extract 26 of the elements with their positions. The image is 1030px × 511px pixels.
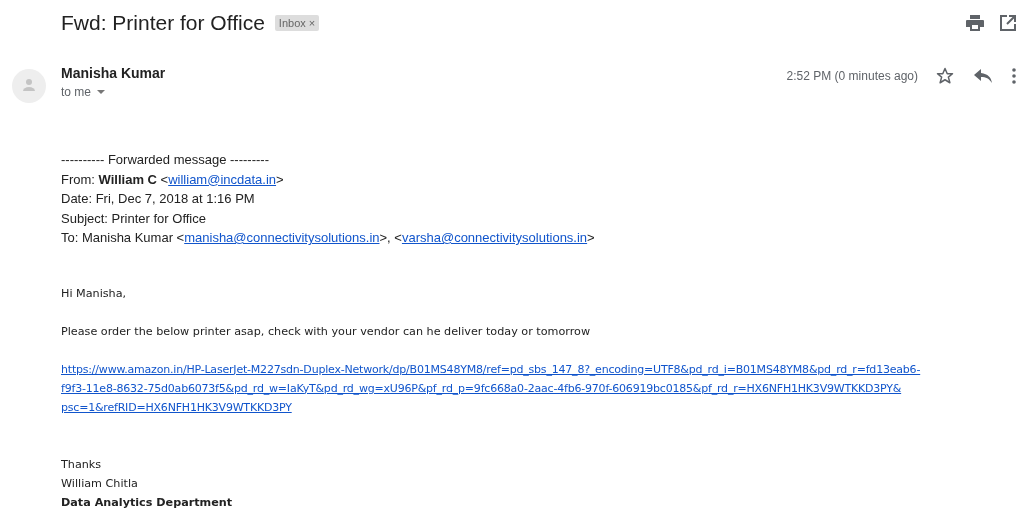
email-subject: Fwd: Printer for Office — [61, 11, 265, 35]
department-text: Data Analytics Department — [61, 494, 234, 511]
open-in-new-window-icon[interactable] — [1000, 15, 1016, 31]
signature-text: William Chitla — [61, 475, 139, 492]
email-link[interactable]: manisha@connectivitysolutions.in — [184, 230, 380, 245]
recipient-text[interactable]: to me — [61, 85, 91, 99]
sender-name: Manisha Kumar — [61, 65, 166, 81]
message-text: Please order the below printer asap, check with your vendor can he deliver today or tomorrow — [61, 323, 592, 340]
star-icon[interactable] — [936, 67, 954, 85]
from-line: From: William C <william@incdata.in> — [61, 170, 285, 189]
more-icon[interactable] — [1012, 68, 1016, 84]
reply-icon[interactable] — [974, 69, 992, 83]
email-link[interactable]: william@incdata.in — [168, 171, 277, 187]
subject-line: Subject: Printer for Office — [61, 209, 207, 228]
date-line: Date: Fri, Dec 7, 2018 at 1:16 PM — [61, 190, 256, 208]
caret-icon[interactable] — [97, 90, 105, 94]
greeting-text: Hi Manisha, — [61, 285, 128, 302]
inbox-label[interactable]: Inbox × — [274, 15, 320, 31]
signature-text: Thanks — [61, 456, 103, 473]
print-icon[interactable] — [966, 15, 984, 31]
avatar-icon — [12, 69, 46, 103]
forwarded-divider: ---------- Forwarded message --------- — [61, 151, 270, 169]
email-link[interactable]: varsha@connectivitysolutions.in — [401, 230, 588, 245]
product-link[interactable]: https://www.amazon.in/HP-LaserJet-M227sdn-Duplex-Network/dp/B01MS48YM8/ref=pd_sbs_147_8?_encoding=UTF8&pd_rd_i=B01MS48YM8&pd_rd_r=fd13eab6- f9f3-11e8-8632-75d0ab6073f5&pd_rd_w=IaKyT&pd_rd_wg=xU96P&pf_rd_p=9fc668a0-2aac-4fb6-970f-606919bc0185&pf_rd_r=HX6NFH1HK3V9WTKKD3PY& psc=1&refRID=HX6NFH1HK3V9WTKKD3PY — [61, 359, 1030, 417]
timestamp: 2:52 PM (0 minutes ago) — [786, 69, 918, 83]
to-line: To: Manisha Kumar <manisha@connectivitysolutions.in>, <varsha@connectivitysolutions.in> — [61, 229, 596, 247]
